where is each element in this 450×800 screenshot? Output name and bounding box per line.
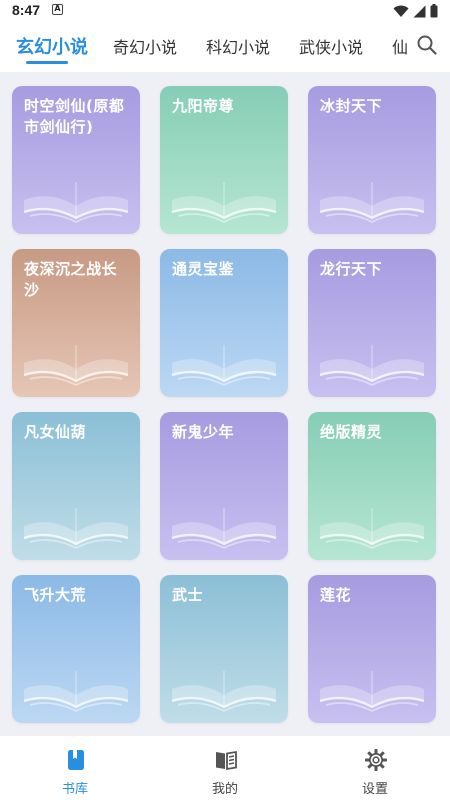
category-tabs: 玄幻小说 奇幻小说 科幻小说 武侠小说 仙: [0, 22, 450, 72]
app-notification-icon: A: [52, 4, 63, 15]
signal-icon: [413, 5, 426, 17]
nav-mine-label: 我的: [211, 782, 238, 797]
status-time: 8:47: [12, 2, 41, 18]
tab-wuxia[interactable]: 武侠小说: [299, 34, 363, 58]
tab-xianxia[interactable]: 仙: [392, 34, 408, 58]
nav-bookshelf[interactable]: 书库: [0, 736, 150, 800]
book-card[interactable]: 通灵宝鉴: [160, 249, 288, 397]
book-card[interactable]: 龙行天下: [308, 249, 436, 397]
active-tab-indicator: [26, 61, 68, 64]
search-icon[interactable]: [416, 34, 438, 56]
book-title: 新鬼少年: [172, 423, 235, 441]
book-title: 通灵宝鉴: [172, 260, 235, 278]
bookshelf-icon: [68, 750, 84, 770]
book-card[interactable]: 九阳帝尊: [160, 86, 288, 234]
book-title: 龙行天下: [320, 260, 383, 278]
open-book-decoration-icon: [23, 182, 129, 224]
open-book-decoration-icon: [171, 508, 277, 550]
open-book-decoration-icon: [23, 671, 129, 713]
book-card[interactable]: 新鬼少年: [160, 412, 288, 560]
bottom-nav: 书库 我的 设置: [0, 735, 450, 800]
book-card[interactable]: 绝版精灵: [308, 412, 436, 560]
book-title: 凡女仙葫: [24, 423, 87, 441]
book-card[interactable]: 时空剑仙(原都市剑仙行): [12, 86, 140, 234]
nav-mine[interactable]: 我的: [150, 736, 300, 800]
book-title: 夜深沉之战长沙: [24, 260, 118, 299]
nav-bookshelf-label: 书库: [61, 782, 88, 797]
book-title: 莲花: [320, 586, 352, 604]
book-grid-area: 时空剑仙(原都市剑仙行) 九阳帝尊 冰封天下夜深沉之战长沙 通灵宝鉴 龙行天下凡女仙葫 新…: [0, 72, 450, 735]
battery-icon: [430, 4, 438, 18]
open-book-decoration-icon: [319, 345, 425, 387]
book-title: 时空剑仙(原都市剑仙行): [24, 97, 125, 136]
book-card[interactable]: 凡女仙葫: [12, 412, 140, 560]
open-book-decoration-icon: [23, 345, 129, 387]
gear-icon: [365, 749, 387, 771]
open-book-decoration-icon: [171, 345, 277, 387]
book-card[interactable]: 夜深沉之战长沙: [12, 249, 140, 397]
open-book-decoration-icon: [319, 182, 425, 224]
open-book-decoration-icon: [23, 508, 129, 550]
book-card[interactable]: 飞升大荒: [12, 575, 140, 723]
tab-xuanhuan[interactable]: 玄幻小说: [16, 33, 88, 59]
book-title: 武士: [172, 586, 204, 604]
open-book-icon: [216, 750, 237, 771]
wifi-icon: [393, 5, 409, 17]
book-card[interactable]: 莲花: [308, 575, 436, 723]
book-title: 九阳帝尊: [172, 97, 235, 115]
book-title: 绝版精灵: [320, 423, 383, 441]
open-book-decoration-icon: [319, 671, 425, 713]
book-card[interactable]: 冰封天下: [308, 86, 436, 234]
open-book-decoration-icon: [171, 671, 277, 713]
tab-qihuan[interactable]: 奇幻小说: [113, 34, 177, 58]
open-book-decoration-icon: [171, 182, 277, 224]
nav-settings-label: 设置: [361, 782, 388, 797]
status-bar: 8:47 A: [0, 0, 450, 22]
book-title: 飞升大荒: [24, 586, 87, 604]
open-book-decoration-icon: [319, 508, 425, 550]
nav-settings[interactable]: 设置: [300, 736, 450, 800]
book-title: 冰封天下: [320, 97, 383, 115]
book-card[interactable]: 武士: [160, 575, 288, 723]
status-icons: [393, 3, 438, 19]
tab-kehuan[interactable]: 科幻小说: [206, 34, 270, 58]
